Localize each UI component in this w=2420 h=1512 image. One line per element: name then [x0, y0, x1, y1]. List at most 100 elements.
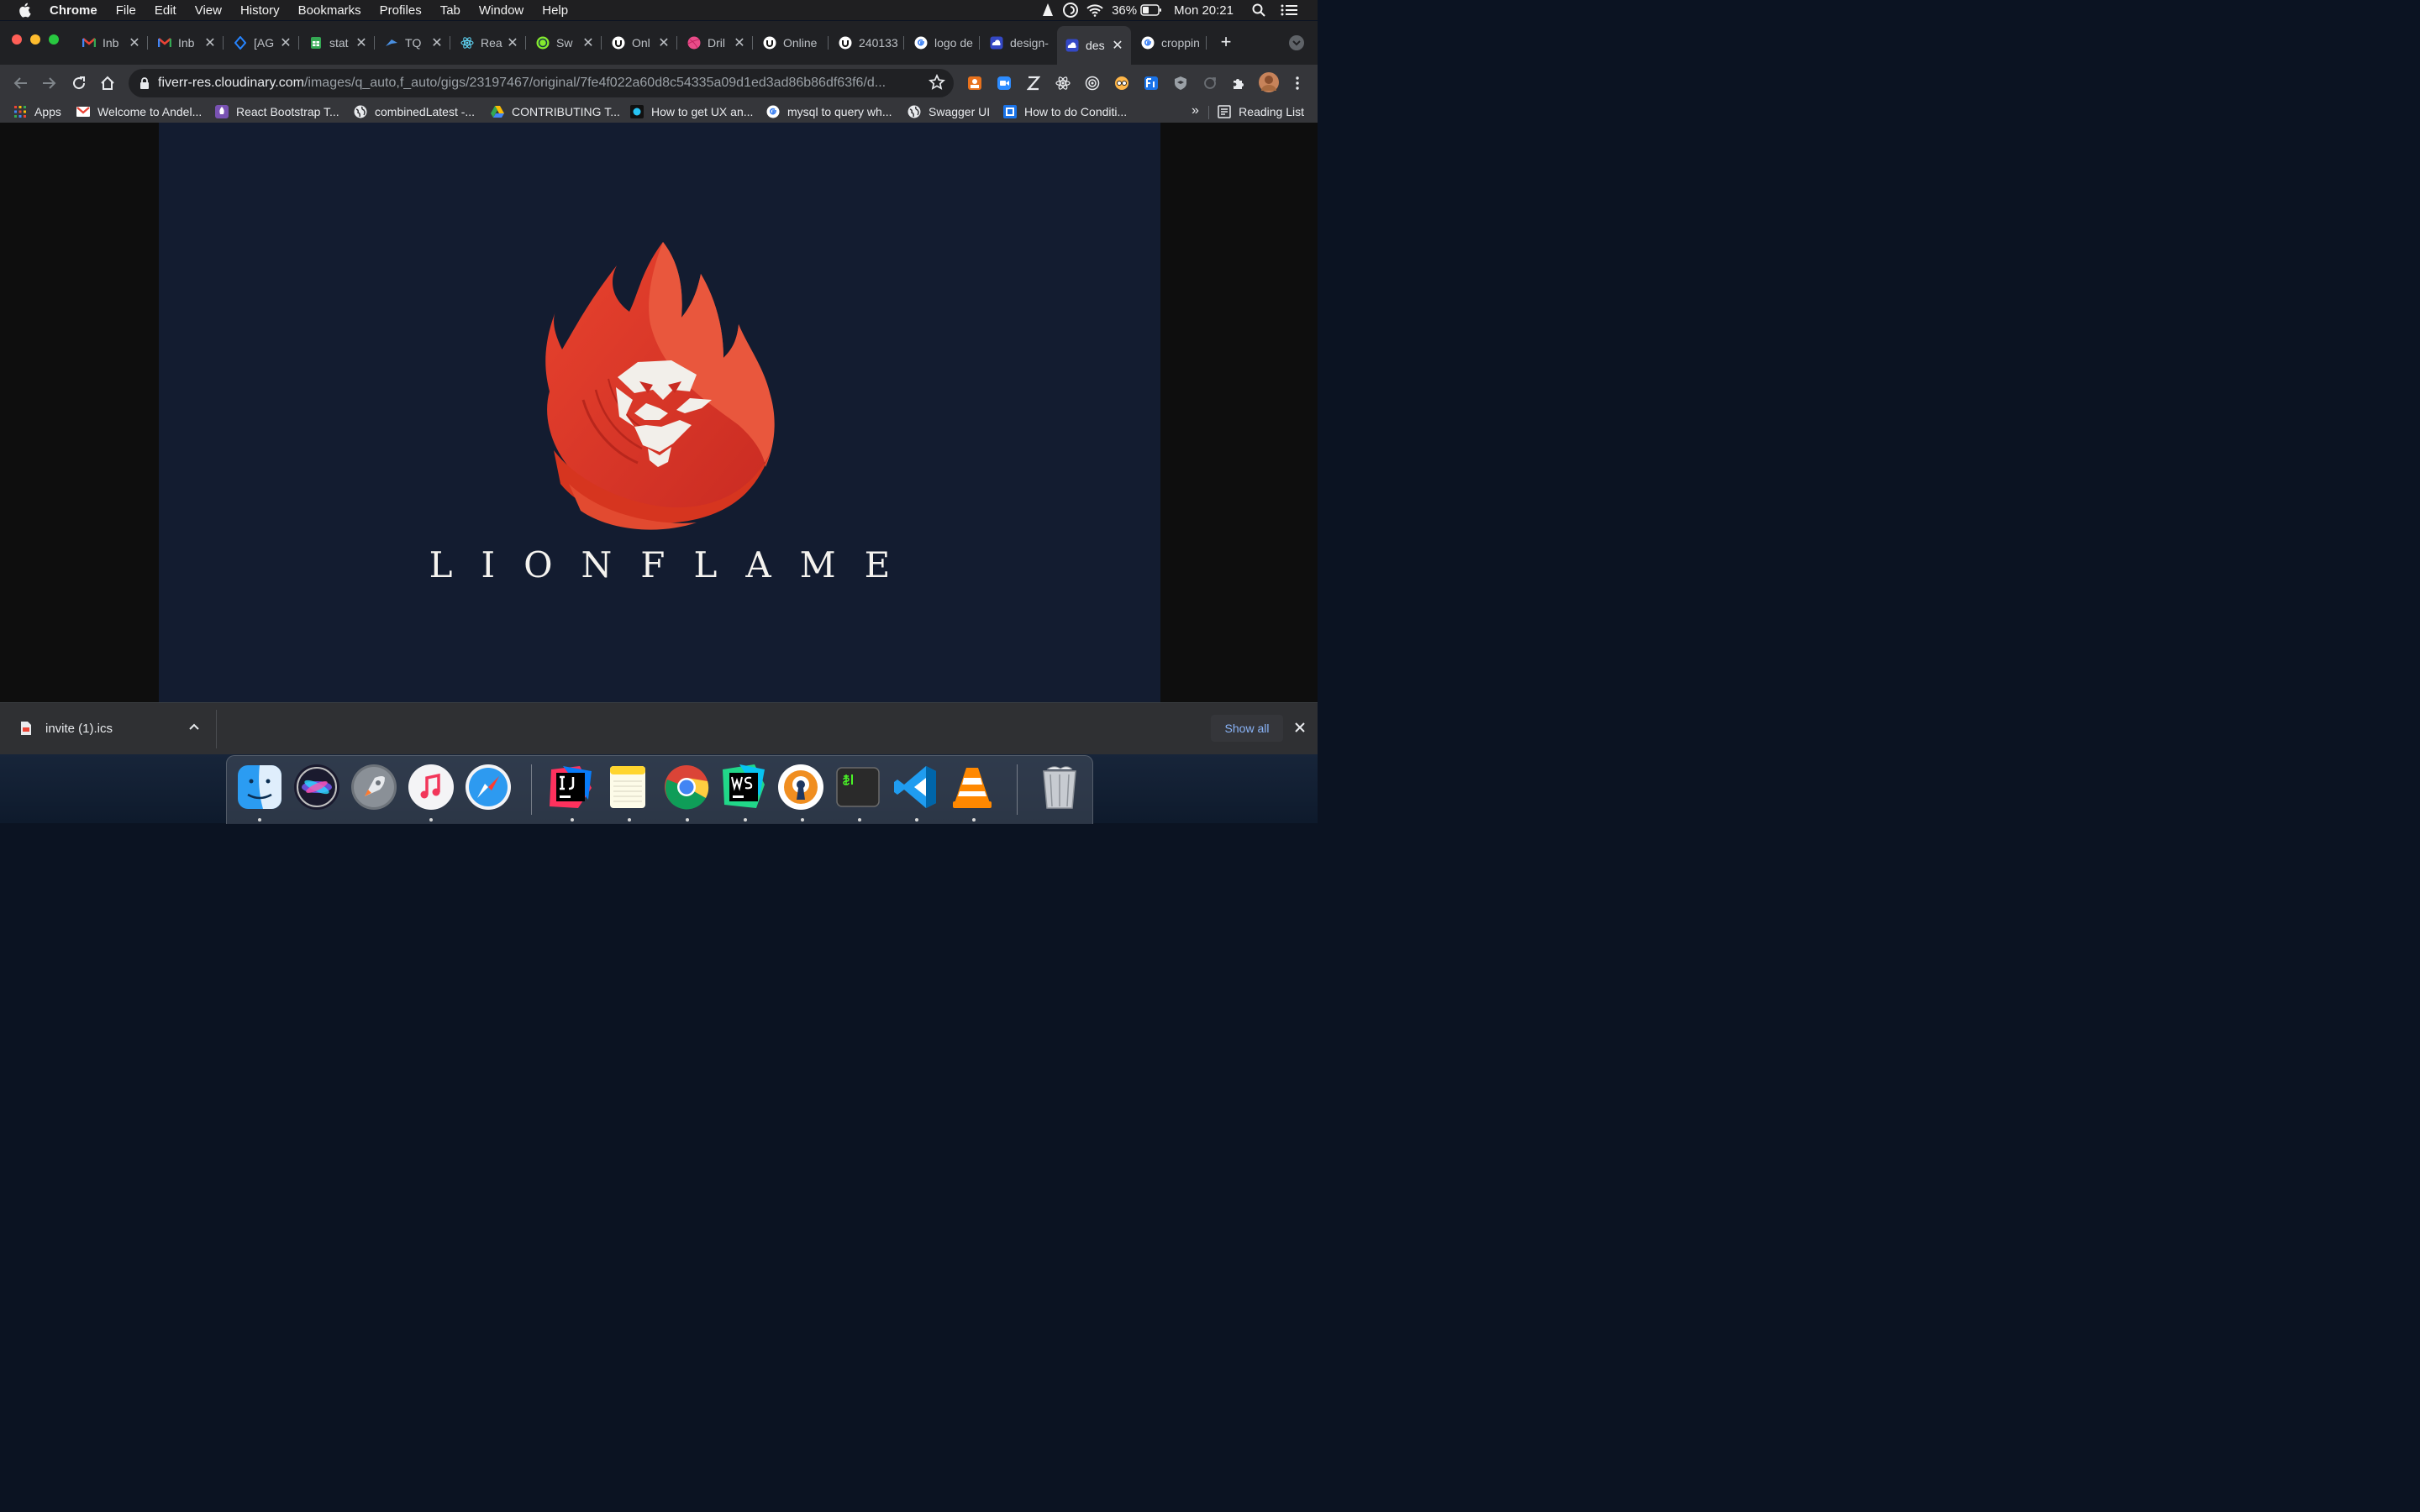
tab-udemy-3[interactable]: 240133 — [830, 26, 904, 60]
trash-icon[interactable] — [1035, 763, 1084, 811]
bookmark-apps[interactable]: Apps — [13, 103, 61, 120]
notes-icon[interactable] — [603, 763, 652, 811]
forward-arrow-icon[interactable] — [39, 73, 60, 93]
tab-close-icon[interactable]: ✕ — [1111, 37, 1124, 54]
chevron-up-icon[interactable] — [188, 720, 202, 733]
tab-sheets[interactable]: stat ✕ — [301, 26, 375, 60]
tab-close-icon[interactable]: ✕ — [506, 34, 519, 51]
profile-avatar[interactable] — [1259, 72, 1279, 92]
launchpad-icon[interactable] — [350, 763, 398, 811]
new-tab-plus-icon[interactable]: + — [1217, 33, 1235, 51]
tab-close-icon[interactable]: ✕ — [279, 34, 292, 51]
tab-close-icon[interactable]: ✕ — [203, 34, 217, 51]
bookmark-welcome-andela[interactable]: Welcome to Andel... — [76, 103, 202, 120]
download-item[interactable]: invite (1).ics — [13, 713, 215, 743]
menu-history[interactable]: History — [240, 3, 280, 18]
vscode-icon[interactable] — [891, 763, 939, 811]
tab-react[interactable]: Rea ✕ — [452, 26, 526, 60]
battery-icon[interactable] — [1140, 4, 1162, 16]
menu-bookmarks[interactable]: Bookmarks — [298, 3, 361, 18]
intellij-icon[interactable] — [546, 763, 595, 811]
bookmark-swagger-ui[interactable]: Swagger UI — [908, 103, 990, 120]
close-window-button[interactable] — [12, 34, 22, 45]
bookmark-react-bootstrap[interactable]: React Bootstrap T... — [215, 103, 339, 120]
extension-orange-icon[interactable] — [966, 75, 983, 92]
bookmark-combinedlatest[interactable]: combinedLatest -... — [354, 103, 475, 120]
notification-center-icon[interactable] — [1281, 3, 1297, 17]
tab-swagger[interactable]: Sw ✕ — [528, 26, 602, 60]
tab-close-icon[interactable]: ✕ — [128, 34, 141, 51]
clock[interactable]: Mon 20:21 — [1174, 3, 1234, 18]
siri-icon[interactable] — [292, 763, 341, 811]
tab-gmail-inbox-1[interactable]: Inb ✕ — [74, 26, 148, 60]
puzzle-extensions-icon[interactable] — [1230, 75, 1247, 92]
minimize-window-button[interactable] — [30, 34, 40, 45]
terminal-icon[interactable] — [834, 763, 882, 811]
tab-udemy-2[interactable]: Online — [755, 26, 829, 60]
tab-close-icon[interactable]: ✕ — [581, 34, 595, 51]
tab-close-icon[interactable]: ✕ — [657, 34, 671, 51]
menu-app-name[interactable]: Chrome — [50, 3, 97, 18]
bird-icon — [385, 36, 398, 50]
url-domain: fiverr-res.cloudinary.com — [158, 76, 304, 90]
chrome-menu-kebab-icon[interactable] — [1289, 75, 1306, 92]
tab-jira[interactable]: [AG ✕ — [225, 26, 299, 60]
lock-icon[interactable] — [139, 77, 150, 89]
tab-tq[interactable]: TQ ✕ — [376, 26, 450, 60]
zotero-icon[interactable] — [1025, 75, 1042, 92]
running-indicator — [258, 818, 261, 822]
google-icon — [766, 105, 780, 118]
bookmark-star-icon[interactable] — [929, 73, 947, 92]
vlc-icon[interactable] — [948, 763, 997, 811]
tab-gmail-inbox-2[interactable]: Inb ✕ — [150, 26, 224, 60]
finder-icon[interactable] — [235, 763, 284, 811]
target-icon[interactable] — [1084, 75, 1101, 92]
bookmark-contributing[interactable]: CONTRIBUTING T... — [491, 103, 620, 120]
bookmark-conditional[interactable]: How to do Conditi... — [1003, 103, 1127, 120]
menu-help[interactable]: Help — [542, 3, 568, 18]
menu-edit[interactable]: Edit — [155, 3, 176, 18]
tab-dribbble[interactable]: Dril ✕ — [679, 26, 753, 60]
itunes-icon[interactable] — [407, 763, 455, 811]
tab-google-logo-design[interactable]: logo de — [906, 26, 980, 60]
bookmark-mysql[interactable]: mysql to query wh... — [766, 103, 892, 120]
openvpn-icon[interactable] — [776, 763, 825, 811]
apple-icon[interactable] — [18, 2, 34, 18]
sync-extension-icon[interactable] — [1202, 75, 1218, 92]
zoom-window-button[interactable] — [49, 34, 59, 45]
reload-icon[interactable] — [69, 73, 89, 93]
address-bar[interactable]: fiverr-res.cloudinary.com/images/q_auto,… — [129, 69, 954, 97]
tab-udemy-1[interactable]: Onl ✕ — [603, 26, 677, 60]
tab-close-icon[interactable]: ✕ — [733, 34, 746, 51]
vlc-status-icon[interactable] — [1041, 3, 1055, 18]
webstorm-icon[interactable] — [719, 763, 768, 811]
fi-extension-icon[interactable] — [1143, 75, 1160, 92]
menu-profiles[interactable]: Profiles — [380, 3, 422, 18]
menu-window[interactable]: Window — [479, 3, 523, 18]
bookmark-ux[interactable]: How to get UX an... — [630, 103, 753, 120]
menu-view[interactable]: View — [195, 3, 222, 18]
menu-tab[interactable]: Tab — [440, 3, 460, 18]
safari-icon[interactable] — [464, 763, 513, 811]
home-icon[interactable] — [97, 73, 118, 93]
close-download-shelf-icon[interactable] — [1294, 722, 1307, 735]
menu-file[interactable]: File — [116, 3, 136, 18]
reading-list-button[interactable]: Reading List — [1218, 103, 1304, 120]
tab-google-cropping[interactable]: croppin — [1133, 26, 1207, 60]
spotlight-search-icon[interactable] — [1252, 3, 1265, 17]
tab-close-icon[interactable]: ✕ — [430, 34, 444, 51]
tab-design-active[interactable]: des ✕ — [1057, 26, 1131, 65]
shield-extension-icon[interactable] — [1172, 75, 1189, 92]
headphones-status-icon[interactable] — [1063, 3, 1079, 18]
tab-search-icon[interactable] — [1289, 35, 1304, 50]
tab-close-icon[interactable]: ✕ — [355, 34, 368, 51]
react-devtools-icon[interactable] — [1055, 75, 1071, 92]
wifi-icon[interactable] — [1086, 3, 1103, 17]
show-all-button[interactable]: Show all — [1211, 715, 1283, 742]
glasses-extension-icon[interactable] — [1113, 75, 1130, 92]
chrome-icon[interactable] — [662, 763, 711, 811]
tab-design-1[interactable]: design- — [981, 26, 1055, 60]
bookmarks-overflow-chevron[interactable]: » — [1192, 103, 1199, 118]
zoom-video-icon[interactable] — [996, 75, 1013, 92]
back-arrow-icon[interactable] — [10, 73, 30, 93]
